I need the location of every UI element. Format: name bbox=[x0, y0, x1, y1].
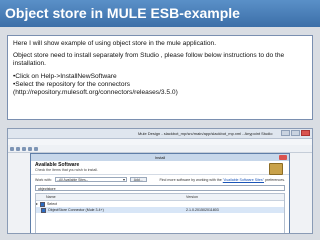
table-header: Name Version bbox=[36, 194, 284, 201]
save-icon[interactable] bbox=[16, 146, 20, 151]
row-version: 2.1.0.201502011803 bbox=[186, 208, 219, 212]
filter-input[interactable]: objectstore bbox=[35, 185, 285, 191]
table-empty-area bbox=[36, 213, 284, 233]
bullet-help-install: •Click on Help->InstallNewSoftware bbox=[13, 72, 117, 80]
add-button[interactable]: Add... bbox=[129, 177, 147, 182]
install-dialog: Install Available Software Check the ite… bbox=[30, 153, 290, 233]
checkbox-icon[interactable] bbox=[40, 201, 45, 207]
intro-text: Here I will show example of using object… bbox=[13, 40, 217, 47]
dialog-titlebar: Install bbox=[31, 154, 289, 161]
window-titlebar: Mule Design - slackbot_mp/src/main/app/s… bbox=[8, 129, 312, 139]
dialog-close-icon[interactable] bbox=[279, 155, 287, 160]
debug-icon[interactable] bbox=[28, 146, 32, 151]
window-title: Mule Design - slackbot_mp/src/main/app/s… bbox=[138, 131, 273, 136]
column-version: Version bbox=[186, 195, 198, 199]
slide-title: Object store in MULE ESB-example bbox=[0, 0, 320, 27]
install-paragraph: Object store need to install separately … bbox=[13, 52, 285, 68]
close-icon[interactable] bbox=[301, 130, 310, 136]
maximize-icon[interactable] bbox=[291, 130, 300, 136]
toolbar bbox=[8, 145, 312, 153]
package-icon bbox=[269, 163, 283, 175]
repository-url: (http://repository.mulesoft.org/connecto… bbox=[13, 89, 178, 97]
expand-icon[interactable] bbox=[36, 203, 38, 205]
search-icon[interactable] bbox=[34, 146, 38, 151]
studio-screenshot: Mule Design - slackbot_mp/src/main/app/s… bbox=[7, 128, 313, 234]
find-hint-end: preferences. bbox=[265, 177, 285, 182]
dialog-subheading: Check the items that you wish to install… bbox=[35, 168, 98, 172]
dialog-title: Install bbox=[154, 155, 166, 160]
run-icon[interactable] bbox=[22, 146, 26, 151]
bullet-select-repository: •Select the repository for the connector… bbox=[13, 80, 131, 88]
find-hint-text: Find more software by working with the bbox=[159, 177, 222, 182]
window-controls bbox=[281, 130, 310, 136]
checkbox-icon[interactable] bbox=[41, 207, 46, 213]
dialog-header: Available Software Check the items that … bbox=[31, 161, 289, 175]
available-sites-link[interactable]: "Available Software Sites" bbox=[223, 178, 264, 182]
row-name: ObjectStore Connector (Mule 3.4+) bbox=[48, 208, 104, 212]
instruction-box: Here I will show example of using object… bbox=[7, 35, 313, 120]
software-table: Name Version Select ObjectStore Connecto… bbox=[35, 193, 285, 233]
new-icon[interactable] bbox=[10, 146, 14, 151]
minimize-icon[interactable] bbox=[281, 130, 290, 136]
work-with-combo[interactable]: --All Available Sites-- bbox=[54, 177, 127, 182]
find-more-hint: Find more software by working with the "… bbox=[159, 178, 285, 182]
work-with-label: Work with: bbox=[35, 177, 52, 182]
column-name: Name bbox=[46, 195, 56, 199]
work-with-row: Work with: --All Available Sites-- Add..… bbox=[31, 175, 289, 184]
